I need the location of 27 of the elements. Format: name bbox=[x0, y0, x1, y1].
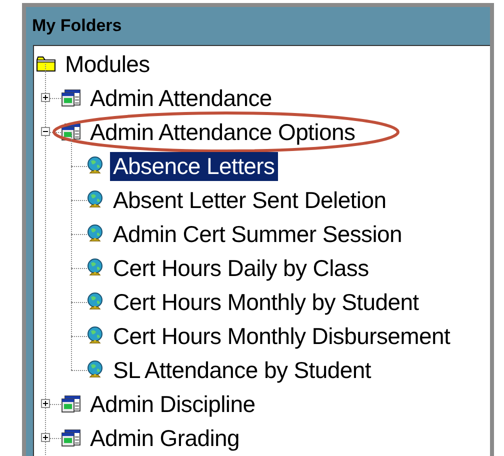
tree-item[interactable]: Admin Attendance bbox=[87, 84, 275, 112]
globe-icon bbox=[86, 224, 104, 244]
globe-icon bbox=[86, 292, 104, 312]
tree-item[interactable]: Admin Cert Summer Session bbox=[110, 220, 406, 248]
window-icon bbox=[61, 429, 81, 447]
tree-item[interactable]: Cert Hours Monthly Disbursement bbox=[110, 322, 454, 350]
collapse-icon[interactable] bbox=[41, 127, 50, 136]
tree-item[interactable]: Absence Letters bbox=[110, 152, 278, 180]
expand-icon[interactable] bbox=[41, 93, 50, 102]
folder-icon bbox=[36, 56, 56, 72]
panel-title: My Folders bbox=[32, 16, 122, 36]
globe-icon bbox=[86, 258, 104, 278]
window-icon bbox=[61, 395, 81, 413]
window-icon bbox=[61, 89, 81, 107]
globe-icon bbox=[86, 190, 104, 210]
globe-icon bbox=[86, 326, 104, 346]
tree-item[interactable]: Cert Hours Daily by Class bbox=[110, 254, 372, 282]
expand-icon[interactable] bbox=[41, 433, 50, 442]
tree-item[interactable]: Absent Letter Sent Deletion bbox=[110, 186, 390, 214]
globe-icon bbox=[86, 156, 104, 176]
tree-item[interactable]: SL Attendance by Student bbox=[110, 356, 374, 384]
expand-icon[interactable] bbox=[41, 399, 50, 408]
tree-item[interactable]: Cert Hours Monthly by Student bbox=[110, 288, 422, 316]
globe-icon bbox=[86, 360, 104, 380]
tree-item[interactable]: Admin Grading bbox=[87, 424, 243, 452]
tree-item[interactable]: Admin Discipline bbox=[87, 390, 258, 418]
tree-item[interactable]: Modules bbox=[62, 50, 153, 78]
